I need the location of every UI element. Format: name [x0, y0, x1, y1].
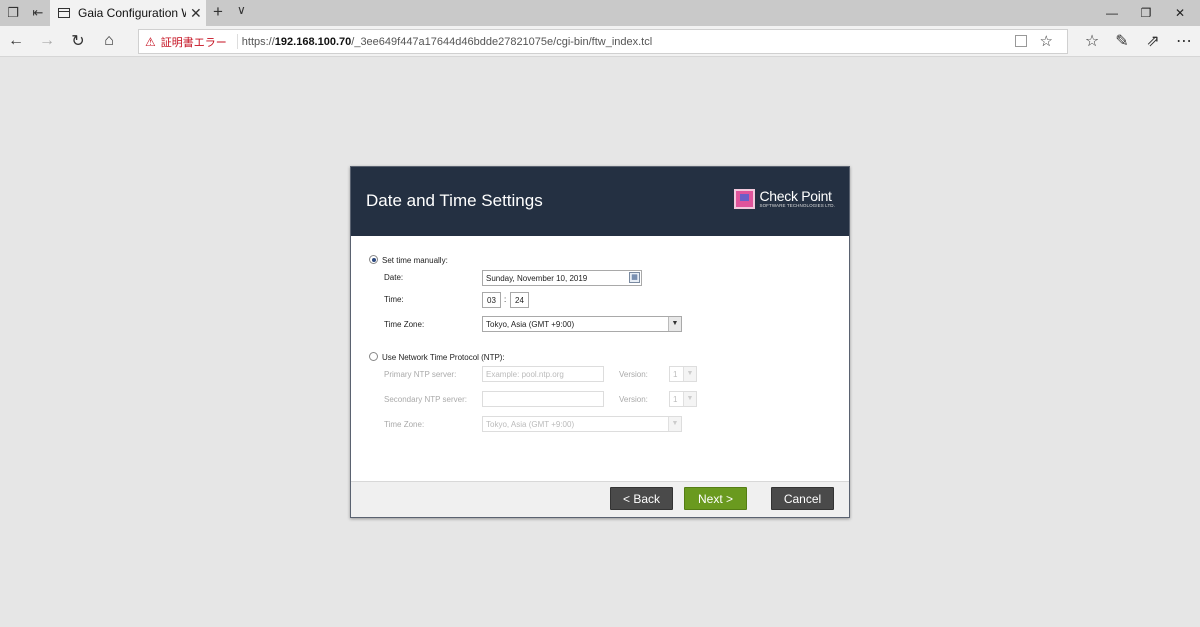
hour-field[interactable]: 03 [482, 292, 501, 308]
tab-actions-icon[interactable]: ❐ [2, 3, 24, 23]
secondary-version-select[interactable]: 1 ▼ [669, 391, 697, 407]
chevron-down-icon[interactable]: ∨ [237, 3, 246, 17]
dialog-footer: < Back Next > Cancel [351, 481, 849, 517]
time-label: Time: [384, 295, 404, 304]
use-ntp-radio[interactable] [369, 352, 378, 361]
new-tab-icon[interactable]: + [213, 2, 223, 22]
chevron-down-icon[interactable]: ▼ [683, 367, 696, 381]
use-ntp-label[interactable]: Use Network Time Protocol (NTP): [382, 353, 505, 362]
divider [236, 34, 238, 49]
back-arrow-icon[interactable]: ← [4, 30, 28, 52]
ntp-time-zone-label: Time Zone: [384, 420, 425, 429]
cancel-button[interactable]: Cancel [771, 487, 834, 510]
chevron-down-icon[interactable]: ▼ [683, 392, 696, 406]
set-aside-tabs-icon[interactable]: ⇤ [27, 3, 49, 23]
time-separator: : [504, 295, 507, 304]
close-window-icon[interactable]: ✕ [1160, 0, 1200, 26]
star-icon[interactable]: ☆ [1040, 32, 1053, 50]
notes-pen-icon[interactable]: ✎ [1110, 30, 1134, 52]
date-value: Sunday, November 10, 2019 [486, 274, 588, 283]
dialog-header: Date and Time Settings Check Point SOFTW… [351, 167, 849, 236]
forward-arrow-icon[interactable]: → [35, 30, 59, 52]
warning-icon[interactable]: ⚠ [145, 35, 156, 49]
chevron-down-icon[interactable]: ▼ [668, 417, 681, 431]
set-time-manually-label[interactable]: Set time manually: [382, 256, 448, 265]
date-label: Date: [384, 273, 404, 282]
primary-ntp-placeholder: Example: pool.ntp.org [486, 370, 564, 379]
time-zone-value: Tokyo, Asia (GMT +9:00) [486, 320, 575, 329]
primary-version-label: Version: [619, 370, 648, 379]
dialog-title: Date and Time Settings [366, 191, 543, 210]
secondary-ntp-input[interactable] [482, 391, 604, 407]
minute-field[interactable]: 24 [510, 292, 529, 308]
brand-name: Check Point [759, 188, 832, 204]
certificate-error-label[interactable]: 証明書エラー [161, 34, 227, 50]
secondary-version-value: 1 [673, 395, 678, 404]
checkpoint-logo: Check Point SOFTWARE TECHNOLOGIES LTD. [734, 189, 835, 209]
minute-value: 24 [515, 296, 524, 305]
navigation-bar: ← → ↻ ⌂ ⚠ 証明書エラー https:// 192.168.100.70… [0, 26, 1200, 57]
date-time-dialog: Date and Time Settings Check Point SOFTW… [350, 166, 850, 518]
time-zone-label: Time Zone: [384, 320, 425, 329]
primary-ntp-input[interactable]: Example: pool.ntp.org [482, 366, 604, 382]
home-icon[interactable]: ⌂ [97, 30, 121, 52]
logo-icon [734, 189, 756, 209]
favorites-icon[interactable]: ☆ [1080, 30, 1104, 52]
calendar-icon[interactable]: ▦ [629, 272, 640, 283]
url-path: /_3ee649f447a17644d46bdde27821075e/cgi-b… [351, 35, 653, 48]
share-icon[interactable]: ⇗ [1141, 30, 1165, 52]
ntp-time-zone-value: Tokyo, Asia (GMT +9:00) [486, 420, 575, 429]
refresh-icon[interactable]: ↻ [66, 30, 90, 52]
tab-title: Gaia Configuration Wiza [78, 6, 186, 20]
primary-version-select[interactable]: 1 ▼ [669, 366, 697, 382]
url-scheme: https:// [241, 35, 275, 48]
secondary-ntp-label: Secondary NTP server: [384, 395, 467, 404]
primary-version-value: 1 [673, 370, 678, 379]
more-icon[interactable]: ⋯ [1172, 30, 1196, 52]
set-time-manually-radio[interactable] [369, 255, 378, 264]
reading-view-icon[interactable] [1015, 35, 1027, 47]
chevron-down-icon[interactable]: ▼ [668, 317, 681, 331]
page-icon [58, 8, 70, 18]
browser-tab[interactable]: Gaia Configuration Wiza ✕ [50, 0, 206, 26]
brand-subtitle: SOFTWARE TECHNOLOGIES LTD. [759, 203, 835, 208]
hour-value: 03 [487, 296, 496, 305]
next-button[interactable]: Next > [684, 487, 747, 510]
date-field[interactable]: Sunday, November 10, 2019 [482, 270, 642, 286]
secondary-version-label: Version: [619, 395, 648, 404]
url-host: 192.168.100.70 [274, 35, 352, 48]
tab-strip: ❐ ⇤ Gaia Configuration Wiza ✕ + ∨ — ❐ ✕ [0, 0, 1200, 26]
time-zone-select[interactable]: Tokyo, Asia (GMT +9:00) ▼ [482, 316, 682, 332]
ntp-time-zone-select[interactable]: Tokyo, Asia (GMT +9:00) ▼ [482, 416, 682, 432]
address-bar[interactable]: ⚠ 証明書エラー https:// 192.168.100.70 /_3ee64… [138, 29, 1068, 54]
back-button[interactable]: < Back [610, 487, 673, 510]
close-tab-icon[interactable]: ✕ [190, 5, 202, 22]
primary-ntp-label: Primary NTP server: [384, 370, 457, 379]
